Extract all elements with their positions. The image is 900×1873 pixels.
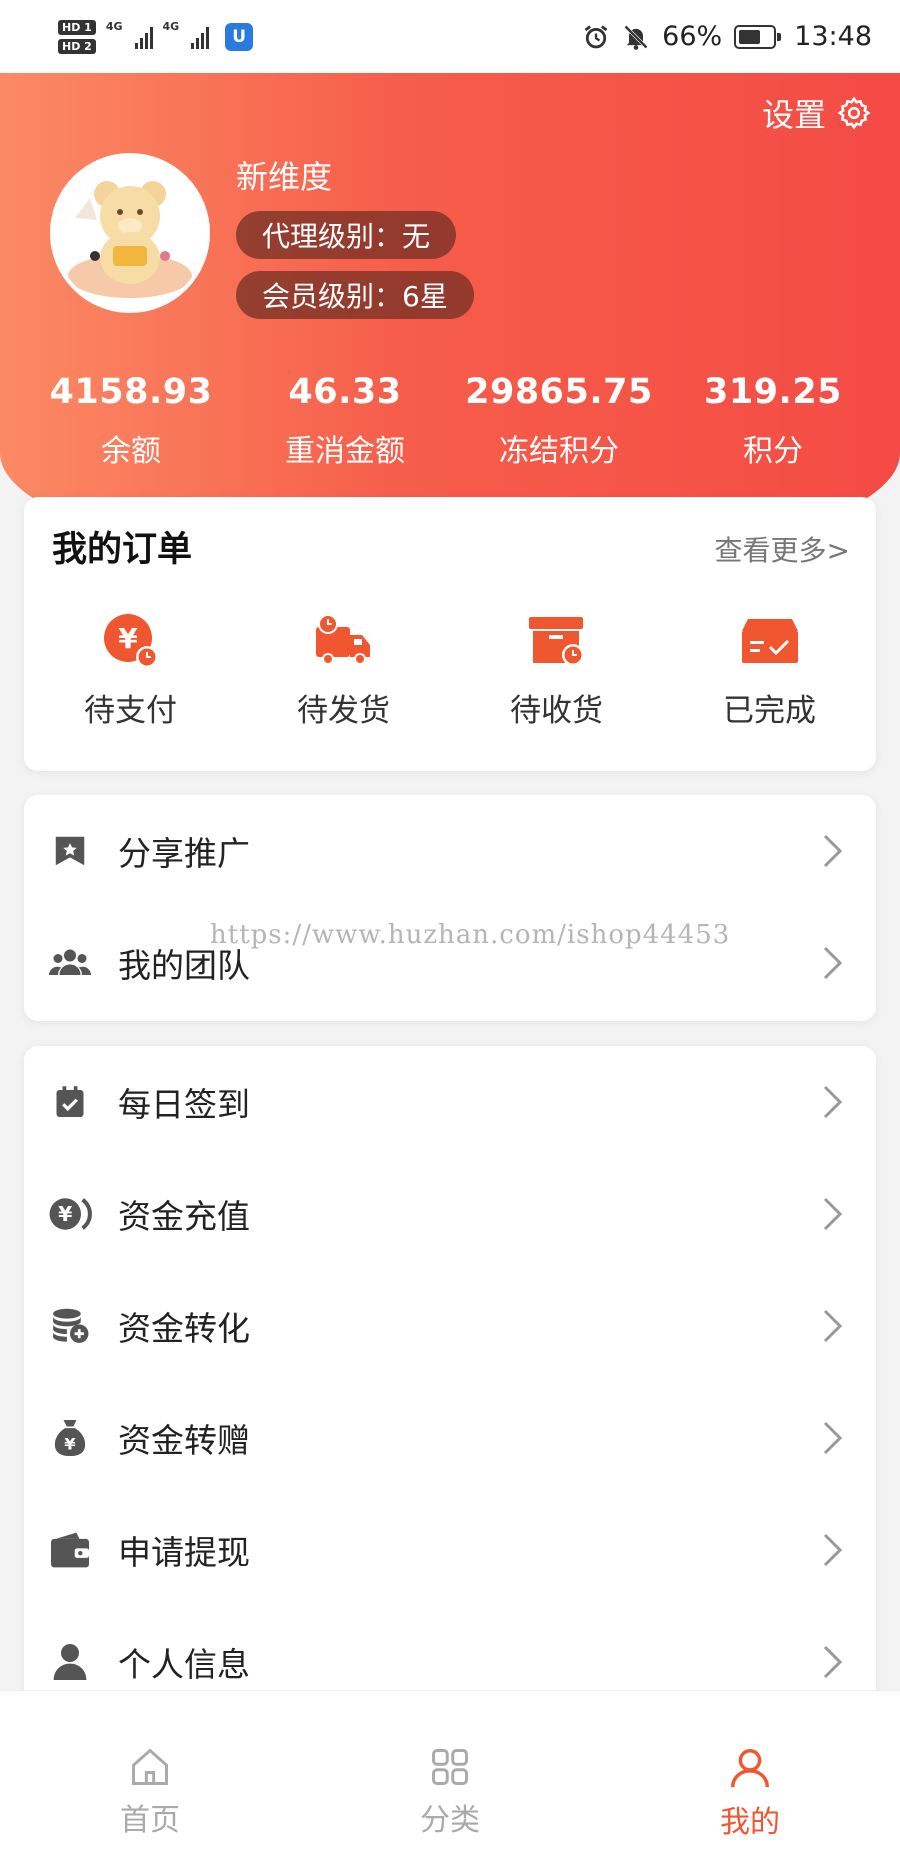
- menu-item-transfer[interactable]: ¥ 资金转赠: [24, 1382, 876, 1494]
- tab-mine[interactable]: 我的: [600, 1691, 900, 1873]
- stat-points[interactable]: 319.25 积分: [690, 372, 856, 470]
- bear-avatar-image: [68, 181, 192, 298]
- home-icon: [132, 1748, 168, 1785]
- grid-icon: [432, 1749, 468, 1785]
- share-flag-icon: [55, 836, 85, 866]
- wallet-icon: [51, 1532, 89, 1568]
- menu-label: 资金充值: [118, 1197, 250, 1236]
- stat-value: 46.33: [288, 372, 402, 412]
- order-completed[interactable]: 已完成: [663, 609, 876, 730]
- team-icon: [49, 949, 91, 975]
- menu-label: 每日签到: [118, 1085, 250, 1124]
- calendar-check-icon: [56, 1086, 84, 1117]
- truck-icon: [315, 614, 370, 665]
- menu-item-share[interactable]: 分享推广: [24, 795, 876, 907]
- menu-item-checkin[interactable]: 每日签到: [24, 1046, 876, 1158]
- chevron-right-icon: [823, 1197, 843, 1231]
- stat-label: 冻结积分: [499, 434, 619, 469]
- menu-item-recharge[interactable]: ¥ 资金充值: [24, 1158, 876, 1270]
- menu-label: 分享推广: [118, 834, 250, 873]
- stat-value: 319.25: [703, 372, 843, 412]
- tab-label: 首页: [120, 1803, 180, 1838]
- box-clock-icon: [528, 617, 584, 666]
- mute-bell-icon: [624, 24, 648, 50]
- tab-category[interactable]: 分类: [300, 1691, 600, 1873]
- stat-value: 29865.75: [465, 372, 653, 412]
- stats-row: 4158.93 余额 46.33 重消金额 29865.75 冻结积分 319.…: [0, 372, 900, 470]
- chevron-right-icon: [823, 1533, 843, 1567]
- settings-label: 设置: [761, 96, 826, 134]
- stat-label: 积分: [743, 434, 803, 469]
- avatar[interactable]: [50, 153, 210, 313]
- chevron-right-icon: [823, 1309, 843, 1343]
- orders-title: 我的订单: [52, 530, 193, 570]
- stat-reconsume[interactable]: 46.33 重消金额: [262, 372, 428, 470]
- alarm-icon: [584, 24, 608, 48]
- hd1-badge: HD 1: [58, 19, 96, 35]
- hd2-badge: HD 2: [58, 38, 96, 54]
- tab-home[interactable]: 首页: [0, 1691, 300, 1873]
- money-bag-icon: ¥: [54, 1420, 86, 1456]
- menu-item-convert[interactable]: 资金转化: [24, 1270, 876, 1382]
- order-pending-shipment[interactable]: 待发货: [237, 609, 450, 730]
- user-icon: [731, 1749, 769, 1788]
- yuan-coin-icon: ¥: [49, 1198, 92, 1230]
- watermark: https://www.huzhan.com/ishop44453: [210, 920, 731, 950]
- stat-label: 重消金额: [285, 434, 405, 469]
- svg-text:¥: ¥: [118, 622, 138, 655]
- yuan-clock-icon: ¥: [103, 614, 158, 668]
- stat-value: 4158.93: [49, 372, 213, 412]
- battery-percent: 66%: [662, 21, 723, 52]
- order-label: 待收货: [510, 693, 603, 729]
- menu-label: 个人信息: [118, 1645, 250, 1684]
- network-type-1: 4G: [105, 19, 123, 33]
- order-label: 待支付: [84, 693, 177, 729]
- svg-text:¥: ¥: [64, 1434, 76, 1453]
- coin-stack-icon: [53, 1308, 89, 1343]
- gear-icon: [837, 96, 871, 130]
- stat-frozen-points[interactable]: 29865.75 冻结积分: [428, 372, 690, 470]
- menu-item-withdraw[interactable]: 申请提现: [24, 1494, 876, 1606]
- chevron-right-icon: [823, 1421, 843, 1455]
- order-label: 已完成: [723, 693, 816, 729]
- battery-icon: [734, 24, 782, 49]
- menu-label: 资金转化: [118, 1309, 250, 1348]
- member-level-badge: 会员级别：6星: [236, 271, 474, 319]
- signal-icon-2: [191, 25, 210, 49]
- app-notification-icon: U: [225, 22, 254, 51]
- settings-button[interactable]: 设置: [762, 90, 872, 136]
- signal-icon: [134, 25, 153, 49]
- chevron-right-icon: [823, 946, 843, 980]
- svg-text:¥: ¥: [58, 1202, 72, 1226]
- menu-card-finance: 每日签到 ¥ 资金充值 资金转化 ¥ 资金转赠 申请提现 个人信息: [24, 1046, 876, 1706]
- menu-card-promotion: 分享推广 我的团队: [24, 795, 876, 1021]
- bottom-tab-bar: 首页 分类 我的: [0, 1690, 900, 1873]
- chevron-right-icon: [823, 834, 843, 868]
- orders-card: 我的订单 查看更多> ¥ 待支付 待发货 待收货 已完成: [24, 497, 876, 771]
- tab-label: 我的: [720, 1805, 780, 1840]
- tab-label: 分类: [420, 1803, 480, 1838]
- clock: 13:48: [794, 21, 872, 52]
- menu-label: 资金转赠: [118, 1421, 250, 1460]
- person-icon: [53, 1644, 87, 1680]
- order-pending-receipt[interactable]: 待收货: [450, 609, 663, 730]
- agent-level-badge: 代理级别：无: [236, 211, 457, 259]
- status-bar: HD 1 HD 2 4G 4G U 66% 13:48: [0, 0, 900, 73]
- stat-balance[interactable]: 4158.93 余额: [0, 372, 262, 470]
- network-type-2: 4G: [162, 19, 180, 33]
- menu-label: 申请提现: [118, 1533, 250, 1572]
- hd-indicators: HD 1 HD 2: [58, 19, 96, 54]
- chevron-right-icon: [823, 1085, 843, 1119]
- nickname: 新维度: [236, 158, 333, 196]
- chevron-right-icon: [823, 1645, 843, 1679]
- stat-label: 余额: [101, 434, 161, 469]
- order-label: 待发货: [297, 693, 390, 729]
- order-pending-payment[interactable]: ¥ 待支付: [24, 609, 237, 730]
- view-more-link[interactable]: 查看更多>: [715, 529, 850, 569]
- box-check-icon: [741, 619, 798, 663]
